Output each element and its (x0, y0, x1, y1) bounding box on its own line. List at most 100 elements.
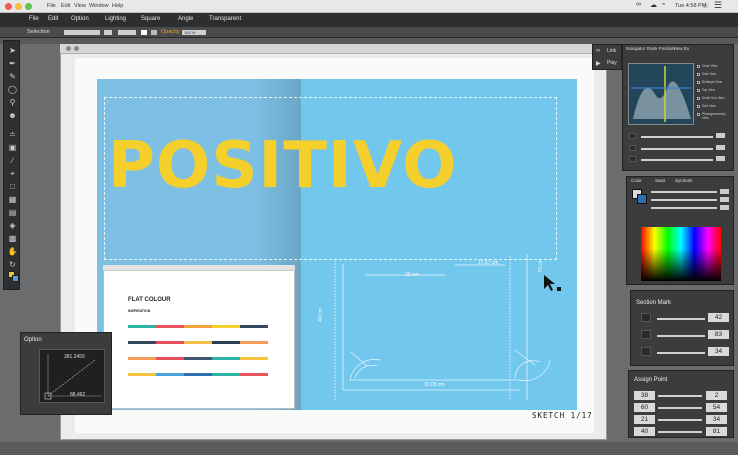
colour-swatch[interactable] (156, 325, 184, 328)
opacity-field[interactable]: 100 % (182, 30, 206, 35)
nav-checkbox[interactable] (697, 97, 700, 100)
doc-close-icon[interactable] (66, 46, 71, 51)
colour-swatch[interactable] (184, 341, 212, 344)
ruler-tool-icon[interactable]: ≐ (7, 129, 18, 140)
assign-slider-1[interactable] (658, 395, 702, 397)
cloud-icon[interactable]: ☁ (650, 1, 657, 9)
nav-value-3[interactable] (716, 156, 725, 161)
assign-slider-4[interactable] (658, 431, 702, 433)
nav-icon-c[interactable] (629, 156, 636, 162)
play-button[interactable]: Play (607, 60, 617, 66)
colour-swatch[interactable] (212, 357, 240, 360)
link-icon[interactable]: ∞ (636, 1, 641, 8)
star-icon[interactable]: ☆ (702, 1, 709, 10)
headline-text[interactable]: POSITIVO (108, 128, 548, 204)
gradient-tool-icon[interactable]: ▩ (7, 233, 18, 244)
grid-tool-icon[interactable]: ▦ (7, 194, 18, 205)
assign-slider-2[interactable] (658, 407, 702, 409)
pointer-tool-icon[interactable]: ➤ (7, 45, 18, 56)
close-window-dot[interactable] (5, 3, 12, 10)
colour-swatch[interactable] (184, 373, 212, 376)
wifi-icon[interactable]: ≈ (662, 2, 665, 8)
assign-slider-3[interactable] (658, 419, 702, 421)
colour-swatch[interactable] (128, 357, 156, 360)
colour-swatch[interactable] (128, 373, 156, 376)
section-mark-slider-3[interactable] (657, 352, 705, 354)
nav-slider-2[interactable] (641, 148, 713, 150)
color-slider-r[interactable] (651, 191, 717, 193)
nav-checkbox[interactable] (697, 113, 700, 116)
background-color-swatch[interactable] (12, 275, 19, 282)
paint-bucket-icon[interactable]: ◈ (7, 220, 18, 231)
assign-right-2[interactable]: 54 (706, 403, 727, 412)
nav-value-2[interactable] (716, 145, 725, 150)
assign-left-3[interactable]: 21 (634, 415, 655, 424)
nav-slider-1[interactable] (641, 136, 713, 138)
colour-swatch[interactable] (156, 341, 184, 344)
colour-swatch[interactable] (240, 325, 268, 328)
section-mark-value-2[interactable]: 83 (708, 330, 729, 339)
assign-right-1[interactable]: 2 (706, 391, 727, 400)
color-value-r[interactable] (720, 189, 729, 194)
table-tool-icon[interactable]: ▤ (7, 207, 18, 218)
color-slider-b[interactable] (651, 207, 717, 209)
section-mark-icon-3[interactable] (641, 347, 651, 356)
section-mark-slider-2[interactable] (657, 335, 705, 337)
fill-swatch[interactable] (141, 30, 147, 35)
colour-swatch[interactable] (156, 373, 184, 376)
mac-menu-help[interactable]: Help (112, 3, 123, 9)
tab-view-ex[interactable]: View Ex (673, 46, 689, 51)
assign-right-4[interactable]: 81 (706, 427, 727, 436)
color-spectrum-picker[interactable] (641, 227, 721, 281)
colour-swatch[interactable] (128, 341, 156, 344)
section-mark-icon-1[interactable] (641, 313, 651, 322)
lasso-tool-icon[interactable]: ◯ (7, 84, 18, 95)
crop-tool-icon[interactable]: ⌖ (7, 168, 18, 179)
nav-icon-b[interactable] (629, 145, 636, 151)
assign-left-4[interactable]: 40 (634, 427, 655, 436)
mac-menu-file[interactable]: File (47, 3, 56, 9)
menu-edit[interactable]: Edit (48, 16, 58, 22)
assign-left-2[interactable]: 60 (634, 403, 655, 412)
mac-menu-edit[interactable]: Edit (61, 3, 70, 9)
rotate-tool-icon[interactable]: ↻ (7, 259, 18, 270)
nav-checkbox[interactable] (697, 65, 700, 68)
nav-checkbox[interactable] (697, 105, 700, 108)
tab-swat[interactable]: Swat (655, 178, 665, 183)
colour-swatch[interactable] (212, 373, 240, 376)
minimize-window-dot[interactable] (15, 3, 22, 10)
selection-mode-dropdown[interactable] (118, 30, 136, 35)
mac-menu-view[interactable]: View (74, 3, 86, 9)
mac-menu-window[interactable]: Window (89, 3, 109, 9)
colour-swatch[interactable] (184, 325, 212, 328)
colour-swatch[interactable] (212, 341, 240, 344)
nav-slider-3[interactable] (641, 159, 713, 161)
eraser-tool-icon[interactable]: ▣ (7, 142, 18, 153)
selection-dropdown[interactable] (64, 30, 100, 35)
brush-tool-icon[interactable]: ✎ (7, 71, 18, 82)
color-value-g[interactable] (720, 197, 729, 202)
section-mark-value-3[interactable]: 34 (708, 347, 729, 356)
transform-tool-icon[interactable]: □ (7, 181, 18, 192)
section-mark-value-1[interactable]: 42 (708, 313, 729, 322)
line-tool-icon[interactable]: ∕ (7, 155, 18, 166)
section-mark-slider-1[interactable] (657, 318, 705, 320)
nav-checkbox[interactable] (697, 89, 700, 92)
option-coordinate-box[interactable]: 381.2455 88.462 (39, 349, 105, 403)
tab-color[interactable]: Color (631, 178, 642, 183)
tab-navigator[interactable]: Navigator (626, 46, 645, 51)
colour-swatch[interactable] (128, 325, 156, 328)
color-slider-g[interactable] (651, 199, 717, 201)
nav-icon-a[interactable] (629, 133, 636, 139)
user-tool-icon[interactable]: ☻ (7, 110, 18, 121)
doc-minimize-icon[interactable] (74, 46, 79, 51)
nav-value-1[interactable] (716, 133, 725, 138)
colour-swatch[interactable] (212, 325, 240, 328)
navigator-preview[interactable] (628, 63, 694, 125)
nav-checkbox[interactable] (697, 81, 700, 84)
menu-file[interactable]: File (29, 16, 39, 22)
selection-swatch[interactable] (104, 30, 112, 35)
colour-swatch[interactable] (156, 357, 184, 360)
zoom-window-dot[interactable] (25, 3, 32, 10)
zoom-tool-icon[interactable]: ⚲ (7, 97, 18, 108)
